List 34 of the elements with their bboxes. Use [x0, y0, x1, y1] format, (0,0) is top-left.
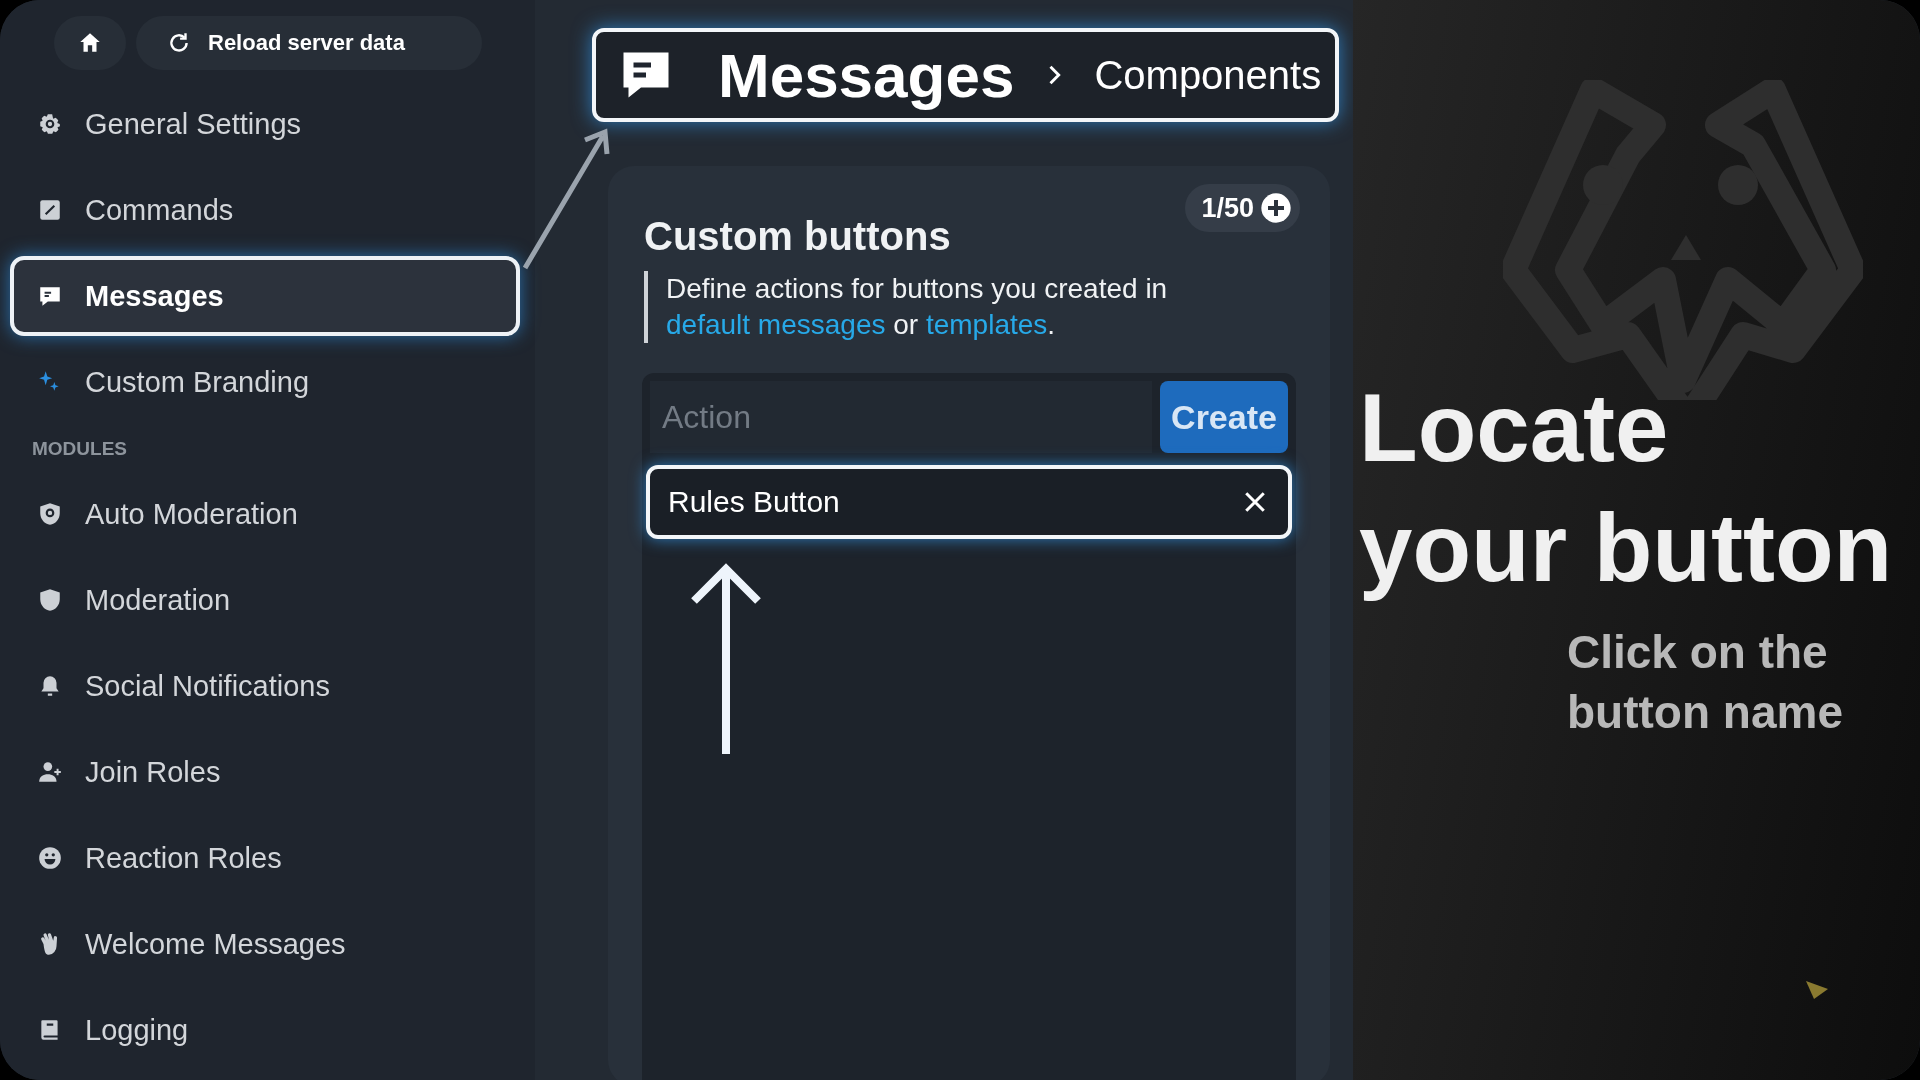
sidebar-item[interactable]: Social Notifications — [10, 646, 494, 726]
shield-gear-icon — [37, 501, 63, 527]
sidebar-item[interactable]: Moderation — [10, 560, 494, 640]
card-description: Define actions for buttons you created in default messages or templates. — [644, 271, 1294, 343]
breadcrumb[interactable]: Components — [1094, 52, 1322, 98]
tutorial-subheading: Click on the button name — [1567, 625, 1844, 740]
sidebar-item[interactable]: Commands — [10, 170, 494, 250]
card-title: Custom buttons — [644, 214, 951, 259]
default-messages-link[interactable]: default messages — [666, 309, 886, 340]
section-label: MODULES — [31, 437, 128, 461]
gear-icon — [37, 111, 63, 137]
button-count: 1/50 — [1201, 192, 1254, 224]
user-plus-icon — [37, 759, 63, 785]
templates-link[interactable]: templates — [925, 309, 1048, 340]
sidebar-item[interactable]: Join Roles — [10, 732, 494, 812]
reload-server-data-button[interactable]: Reload server data — [136, 16, 482, 70]
page-title: Messages — [718, 39, 1015, 111]
shield-icon — [37, 587, 63, 613]
sidebar-item[interactable]: Auto Moderation — [10, 474, 494, 554]
plus-icon[interactable] — [1260, 192, 1292, 224]
slash-square-icon — [37, 197, 63, 223]
sidebar-item[interactable]: Custom Branding — [10, 342, 494, 422]
action-field[interactable]: Action — [650, 381, 1152, 453]
sidebar-item[interactable]: General Settings — [10, 84, 494, 164]
create-button[interactable]: Create — [1160, 381, 1288, 453]
sidebar-item[interactable]: Welcome Messages — [10, 904, 494, 984]
sidebar-item[interactable]: Messages — [10, 256, 520, 336]
sidebar-item[interactable]: Logging — [10, 990, 494, 1070]
button-name[interactable]: Rules Button — [668, 485, 840, 519]
sidebar-item[interactable]: Reaction Roles — [10, 818, 494, 898]
tutorial-heading: Locate your button — [1359, 373, 1894, 603]
cursor-triangle-icon — [1805, 978, 1829, 1002]
smiley-icon — [37, 845, 63, 871]
button-list-item[interactable]: Rules Button — [646, 465, 1292, 539]
